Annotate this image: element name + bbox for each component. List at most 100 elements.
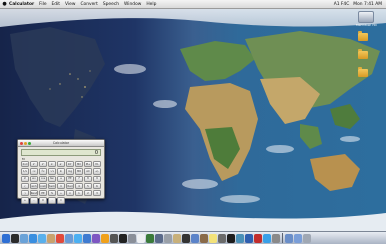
app-menu[interactable]: Calculator [9,2,34,7]
dock-icon-image-capture[interactable] [236,233,244,243]
calc-key[interactable]: 0 [39,197,47,204]
menu-help[interactable]: Help [146,2,156,7]
calc-key[interactable]: tan [48,175,56,182]
calc-key[interactable]: 5 [84,182,92,190]
calc-key[interactable]: 9 [93,175,101,182]
calc-key[interactable]: - [30,197,38,204]
calc-key[interactable]: 1/x [21,168,29,175]
calc-key[interactable]: +/- [93,168,101,175]
calc-key[interactable]: 2nd [21,161,29,168]
calc-key[interactable]: MC [75,161,83,168]
menu-window[interactable]: Window [124,2,141,7]
apple-menu-icon[interactable]: ● [0,1,9,7]
calc-key[interactable]: × [66,190,74,197]
calc-key[interactable]: Rand [30,190,38,197]
dock-icon-itunes[interactable] [74,233,82,243]
dock-icon-address-book[interactable] [47,233,55,243]
calc-key[interactable]: π [57,182,65,190]
macintosh-hd-icon[interactable]: Macintosh HD [356,11,377,27]
dock-icon-calculator[interactable] [110,233,118,243]
calc-key[interactable]: tanh [48,182,56,190]
menu-clock[interactable]: Mon 7:41 AM [353,2,382,7]
calc-key[interactable]: x³ [39,161,47,168]
dock-icon-garageband[interactable] [101,233,109,243]
dock-icon-keychain[interactable] [173,233,181,243]
dock-icon-network-utility[interactable] [155,233,163,243]
menu-status[interactable]: A1 F4C [334,2,350,7]
calc-key[interactable]: sinh [30,182,38,190]
dock-icon-font-book[interactable] [218,233,226,243]
calc-key[interactable]: ʸ√x [48,168,56,175]
dock-icon-terminal[interactable] [119,233,127,243]
dock-icon-chess[interactable] [200,233,208,243]
calc-key[interactable]: M+ [84,161,92,168]
calc-key[interactable]: 7 [75,175,83,182]
zoom-button[interactable] [28,141,31,145]
dock-icon-ichat[interactable] [38,233,46,243]
dock-icon-iphoto[interactable] [83,233,91,243]
calc-key[interactable]: 10ˣ [66,161,74,168]
dock-icon-printer[interactable] [272,233,280,243]
dock-icon-safari[interactable] [29,233,37,243]
calc-key[interactable]: ln [57,168,65,175]
calc-key[interactable]: eˣ [57,161,65,168]
calc-key[interactable]: % [48,190,56,197]
calc-key[interactable]: 2 [84,190,92,197]
calc-key[interactable]: xʸ [48,161,56,168]
dock-icon-stickies[interactable] [209,233,217,243]
calc-key[interactable]: √x [30,168,38,175]
calc-key[interactable]: 1 [75,190,83,197]
dock-icon-disk-utility[interactable] [164,233,172,243]
calc-key[interactable]: MR [75,168,83,175]
calc-key[interactable]: 6 [93,182,101,190]
menu-edit[interactable]: Edit [52,2,61,7]
dock-icon-quicktime[interactable] [245,233,253,243]
calc-key[interactable]: 3 [93,190,101,197]
dock-icon-textedit[interactable] [137,233,145,243]
calc-key[interactable]: M- [93,161,101,168]
dock-icon-dashboard[interactable] [11,233,19,243]
dock-icon-photo-booth[interactable] [254,233,262,243]
calc-key[interactable]: e [57,175,65,182]
dock-icon-ical[interactable] [56,233,64,243]
calc-key[interactable]: . [48,197,56,204]
calc-key[interactable]: ( [21,182,29,190]
calculator-window[interactable]: Calculator 0 M 2nd x² x³ xʸ eˣ 10ˣ MC M+… [17,139,105,204]
calc-key[interactable]: 8 [84,175,92,182]
dock-icon-imovie[interactable] [92,233,100,243]
calc-key[interactable]: + [21,197,29,204]
close-button[interactable] [20,141,23,145]
calc-key[interactable]: EE [39,190,47,197]
dock-icon-preview[interactable] [65,233,73,243]
menu-convert[interactable]: Convert [80,2,97,7]
calc-key[interactable]: = [57,197,65,204]
menu-speech[interactable]: Speech [103,2,119,7]
calc-key[interactable]: x² [30,161,38,168]
dock-icon-mail[interactable] [20,233,28,243]
menu-view[interactable]: View [65,2,75,7]
calc-key[interactable]: ÷ [57,190,65,197]
folder-icon[interactable] [358,67,368,77]
calc-key[interactable]: cos [39,175,47,182]
dock-icon-downloads[interactable] [285,233,293,243]
calc-key[interactable]: x! [21,175,29,182]
calc-key[interactable]: ∛x [39,168,47,175]
calc-key[interactable]: sin [30,175,38,182]
dock-icon-console[interactable] [182,233,190,243]
dock-icon-system-preferences[interactable] [128,233,136,243]
calc-key[interactable]: Rad [66,182,74,190]
dock-icon-documents[interactable] [294,233,302,243]
dock-icon-xcode[interactable] [263,233,271,243]
menu-file[interactable]: File [39,2,46,7]
dock-icon-finder[interactable] [2,233,10,243]
dock-icon-grapher[interactable] [191,233,199,243]
calc-key[interactable]: AC [84,168,92,175]
dock-icon-trash[interactable] [303,233,311,243]
calc-key[interactable]: log [66,168,74,175]
dock-icon-activity-monitor[interactable] [146,233,154,243]
calculator-title-bar[interactable]: Calculator [18,140,104,147]
folder-icon[interactable] [358,31,368,41]
calc-key[interactable]: ) [21,190,29,197]
calc-key[interactable]: EE [66,175,74,182]
dock-icon-dvd-player[interactable] [227,233,235,243]
